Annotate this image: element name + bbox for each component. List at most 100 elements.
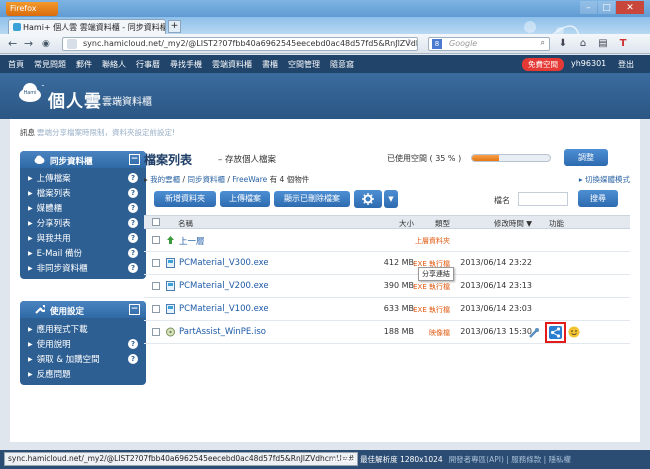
help-icon[interactable]: ? — [128, 173, 138, 183]
minimize-icon[interactable]: – — [580, 1, 597, 14]
url-bar[interactable]: sync.hamicloud.net/_my2/@LIST2?07fbb40a6… — [62, 37, 418, 51]
table-row[interactable]: PCMaterial_V100.exe 633 MB EXE 執行檔 2013/06/… — [144, 298, 630, 321]
site-nav-link[interactable]: 郵件 — [76, 59, 92, 70]
help-icon[interactable]: ? — [128, 218, 138, 228]
breadcrumb-freeware[interactable]: FreeWare — [232, 175, 267, 184]
browser-tab[interactable]: Hami+ 個人雲 雲端資料櫃 - 同步資料櫃... — [8, 19, 166, 34]
file-name[interactable]: PartAssist_WinPE.iso — [179, 327, 266, 337]
maximize-icon[interactable]: □ — [598, 1, 615, 14]
emoji-download-icon[interactable] — [568, 326, 582, 340]
row-checkbox[interactable] — [152, 259, 160, 267]
breadcrumb-count: 有 4 個物件 — [269, 175, 310, 184]
site-nav-link[interactable]: 雲端資料櫃 — [212, 59, 252, 70]
help-icon[interactable]: ? — [128, 203, 138, 213]
sidebar-item[interactable]: ▶ 分享列表? — [20, 215, 146, 230]
tools-icon[interactable] — [528, 327, 542, 341]
site-nav-link[interactable]: 行事曆 — [136, 59, 160, 70]
site-nav-link[interactable]: 書櫃 — [262, 59, 278, 70]
collapse-icon[interactable]: − — [129, 304, 140, 315]
adjust-button[interactable]: 調整 — [564, 149, 608, 166]
free-space-badge[interactable]: 免費空間 — [522, 58, 564, 71]
collapse-icon[interactable]: − — [129, 154, 140, 165]
help-icon[interactable]: ? — [128, 354, 138, 364]
username[interactable]: yh96301 — [571, 59, 606, 68]
sync-panel-items: ▶ 上傳檔案? ▶ 檔案列表? ▶ 媒體櫃? ▶ 分享列表? ▶ 與我共用? ▶ E-Mail 備份?… — [20, 168, 146, 279]
site-nav-link[interactable]: 常見問題 — [34, 59, 66, 70]
table-row[interactable]: PartAssist_WinPE.iso 188 MB 映像檔 2013/06/13 … — [144, 321, 630, 344]
table-row[interactable]: PCMaterial_V200.exe 390 MB EXE 執行檔 2013/06/… — [144, 275, 630, 298]
row-checkbox[interactable] — [152, 328, 160, 336]
sidebar-item[interactable]: ▶ E-Mail 備份? — [20, 245, 146, 260]
sidebar-item[interactable]: ▶ 上傳檔案? — [20, 170, 146, 185]
site-nav-link[interactable]: 隨意窩 — [330, 59, 354, 70]
row-checkbox[interactable] — [152, 236, 160, 244]
sidebar-item[interactable]: ▶ 使用說明? — [20, 336, 146, 351]
sidebar-item[interactable]: ▶ 與我共用? — [20, 230, 146, 245]
search-button[interactable]: 搜尋 — [578, 190, 618, 207]
sync-panel-title: 同步資料櫃 — [50, 157, 93, 167]
arrow-icon: ▶ — [28, 371, 33, 378]
file-name[interactable]: PCMaterial_V100.exe — [179, 304, 269, 314]
help-icon[interactable]: ? — [128, 339, 138, 349]
bookmarks-icon[interactable]: ▤ — [596, 38, 610, 50]
page-subtitle-text: 存放個人檔案 — [224, 155, 276, 165]
search-engine-icon[interactable]: 8 — [432, 39, 442, 49]
sidebar-item[interactable]: ▶ 非同步資料櫃? — [20, 260, 146, 275]
usage-progress-bar — [471, 154, 551, 162]
col-modified[interactable]: 修改時間 ▼ — [444, 218, 532, 229]
new-folder-button[interactable]: 新增資料夾 — [154, 191, 216, 207]
switch-media-mode-link[interactable]: ▸ 切換媒體模式 — [579, 174, 630, 185]
help-icon[interactable]: ? — [128, 188, 138, 198]
col-name[interactable]: 名稱 — [178, 218, 193, 229]
forward-icon[interactable]: → — [24, 37, 33, 50]
identity-icon[interactable]: ◉ — [42, 39, 50, 49]
share-icon[interactable] — [549, 326, 562, 339]
logout-link[interactable]: 登出 — [618, 59, 634, 70]
file-name[interactable]: PCMaterial_V200.exe — [179, 281, 269, 291]
file-modified: 2013/06/13 15:30 — [460, 327, 532, 336]
close-icon[interactable]: ✕ — [616, 1, 644, 14]
window-titlebar: Firefox – □ ✕ — [0, 0, 650, 17]
table-row[interactable]: PCMaterial_V300.exe 412 MB EXE 執行檔 2013/06/… — [144, 252, 630, 275]
new-tab-button[interactable]: + — [168, 20, 181, 33]
menu-icon[interactable]: T — [616, 38, 630, 50]
reload-icon[interactable]: ↻ — [407, 38, 414, 47]
help-icon[interactable]: ? — [128, 263, 138, 273]
site-nav-link[interactable]: 空間管理 — [288, 59, 320, 70]
breadcrumb-my-cloud[interactable]: 我的雲櫃 — [150, 175, 180, 184]
download-icon[interactable]: ⬇ — [556, 38, 570, 50]
header: Hami + 個人雲 雲端資料櫃 — [0, 73, 650, 119]
breadcrumb-sync[interactable]: 同步資料櫃 — [187, 175, 225, 184]
col-size[interactable]: 大小 — [372, 218, 414, 229]
sidebar-item[interactable]: ▶ 媒體櫃? — [20, 200, 146, 215]
file-name[interactable]: PCMaterial_V300.exe — [179, 258, 269, 268]
back-icon[interactable]: ← — [8, 37, 17, 50]
search-icon[interactable]: ⌕ — [541, 38, 545, 48]
hami-cloud-logo-icon[interactable]: Hami + — [18, 81, 44, 103]
site-nav-link[interactable]: 聯絡人 — [102, 59, 126, 70]
row-checkbox[interactable] — [152, 305, 160, 313]
sidebar-item[interactable]: ▶ 檔案列表? — [20, 185, 146, 200]
help-icon[interactable]: ? — [128, 233, 138, 243]
sidebar-item[interactable]: ▶ 應用程式下載 — [20, 321, 146, 336]
site-nav-link[interactable]: 首頁 — [8, 59, 24, 70]
footer-links[interactable]: 開發者專區(API) | 服務條款 | 隱私權 — [449, 455, 571, 464]
settings-button[interactable] — [354, 190, 382, 208]
sidebar-item[interactable]: ▶ 反應問題 — [20, 366, 146, 381]
search-bar[interactable]: 8 Google ⌕ — [428, 37, 550, 51]
row-checkbox[interactable] — [152, 282, 160, 290]
select-all-checkbox[interactable] — [152, 218, 160, 226]
home-icon[interactable]: ⌂ — [576, 38, 590, 50]
settings-dropdown-button[interactable]: ▼ — [384, 190, 398, 208]
site-nav-link[interactable]: 尋找手機 — [170, 59, 202, 70]
bookmark-star-icon[interactable]: ☆ — [394, 38, 401, 47]
filename-search-input[interactable] — [518, 192, 568, 206]
show-deleted-button[interactable]: 顯示已刪除檔案 — [274, 191, 350, 207]
notice-message[interactable]: 雲端分享檔案時限制，資料夾設定前設定! — [37, 128, 175, 137]
upload-button[interactable]: 上傳檔案 — [220, 191, 270, 207]
firefox-menu-button[interactable]: Firefox — [6, 2, 58, 16]
sidebar-item[interactable]: ▶ 領取 & 加購空間? — [20, 351, 146, 366]
file-name[interactable]: 上一層 — [179, 235, 205, 247]
table-row[interactable]: 上一層 上層資料夾 — [144, 229, 630, 252]
help-icon[interactable]: ? — [128, 248, 138, 258]
